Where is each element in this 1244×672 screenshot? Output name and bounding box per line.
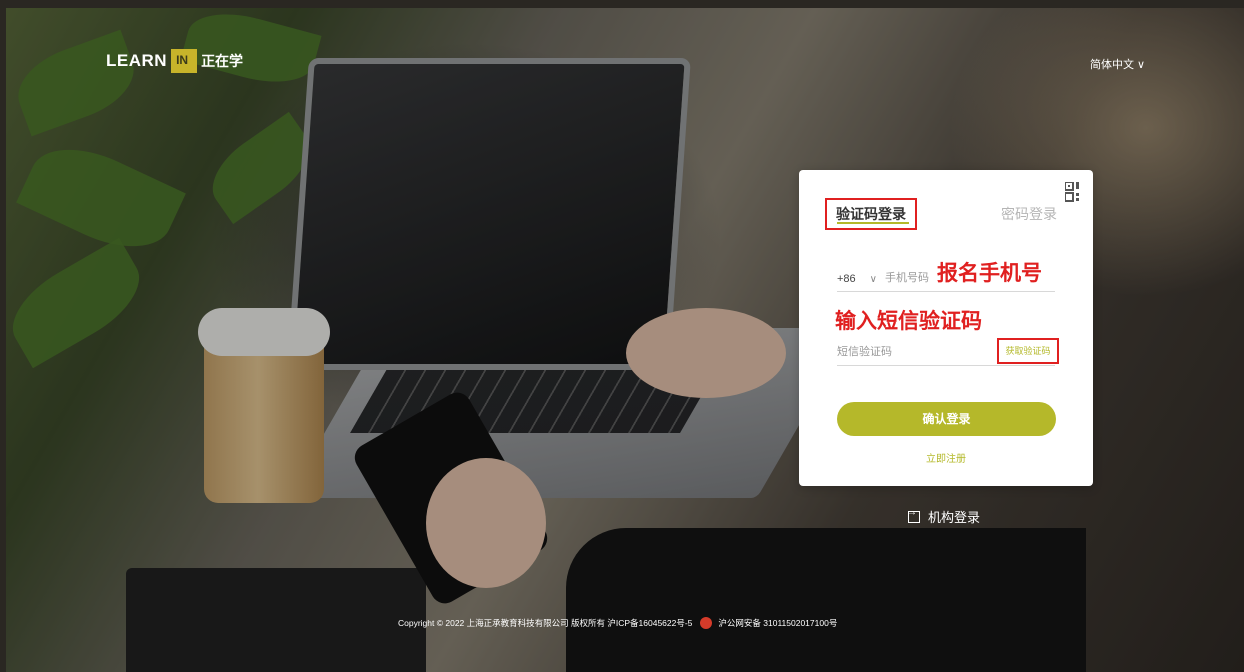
- tab-sms-login[interactable]: 验证码登录: [825, 198, 917, 230]
- qr-code-icon[interactable]: [1065, 182, 1081, 204]
- register-link[interactable]: 立即注册: [799, 450, 1093, 465]
- footer-copyright: Copyright © 2022 上海正承教育科技有限公司 版权所有 沪ICP备…: [398, 618, 693, 628]
- login-enter-icon: [907, 507, 920, 523]
- logo-in-mark: IN: [171, 49, 198, 73]
- logo-cn-text: 正在学: [201, 53, 244, 69]
- sms-code-input[interactable]: 短信验证码: [837, 343, 892, 359]
- phone-input[interactable]: 手机号码: [885, 269, 929, 285]
- org-login-link[interactable]: 机构登录: [907, 507, 981, 526]
- phone-input-row: +86 ∨ 手机号码 报名手机号: [837, 258, 1055, 292]
- chevron-down-icon[interactable]: ∨: [870, 274, 877, 285]
- annotation-sms-code: 输入短信验证码: [835, 310, 982, 333]
- footer-police-record[interactable]: 沪公网安备 31011502017100号: [718, 617, 837, 629]
- active-tab-indicator: [837, 222, 909, 224]
- country-code-select[interactable]: +86: [837, 273, 856, 285]
- sms-code-row: 短信验证码 获取验证码: [837, 338, 1059, 366]
- brand-logo[interactable]: LEARN IN 正在学: [106, 49, 243, 73]
- logo-in-text: IN: [176, 53, 189, 67]
- language-selector[interactable]: 简体中文 ∨: [1090, 56, 1145, 72]
- get-code-button[interactable]: 获取验证码: [997, 338, 1059, 364]
- annotation-phone: 报名手机号: [937, 262, 1042, 285]
- tab-password-login[interactable]: 密码登录: [1001, 204, 1057, 224]
- login-card: 验证码登录 密码登录 +86 ∨ 手机号码 报名手机号 输入短信验证码 短信验证…: [799, 170, 1093, 486]
- confirm-login-button[interactable]: 确认登录: [837, 402, 1056, 436]
- footer: Copyright © 2022 上海正承教育科技有限公司 版权所有 沪ICP备…: [398, 617, 837, 629]
- logo-learn-text: LEARN: [106, 51, 168, 70]
- police-badge-icon: [700, 617, 713, 629]
- org-login-label: 机构登录: [928, 510, 981, 525]
